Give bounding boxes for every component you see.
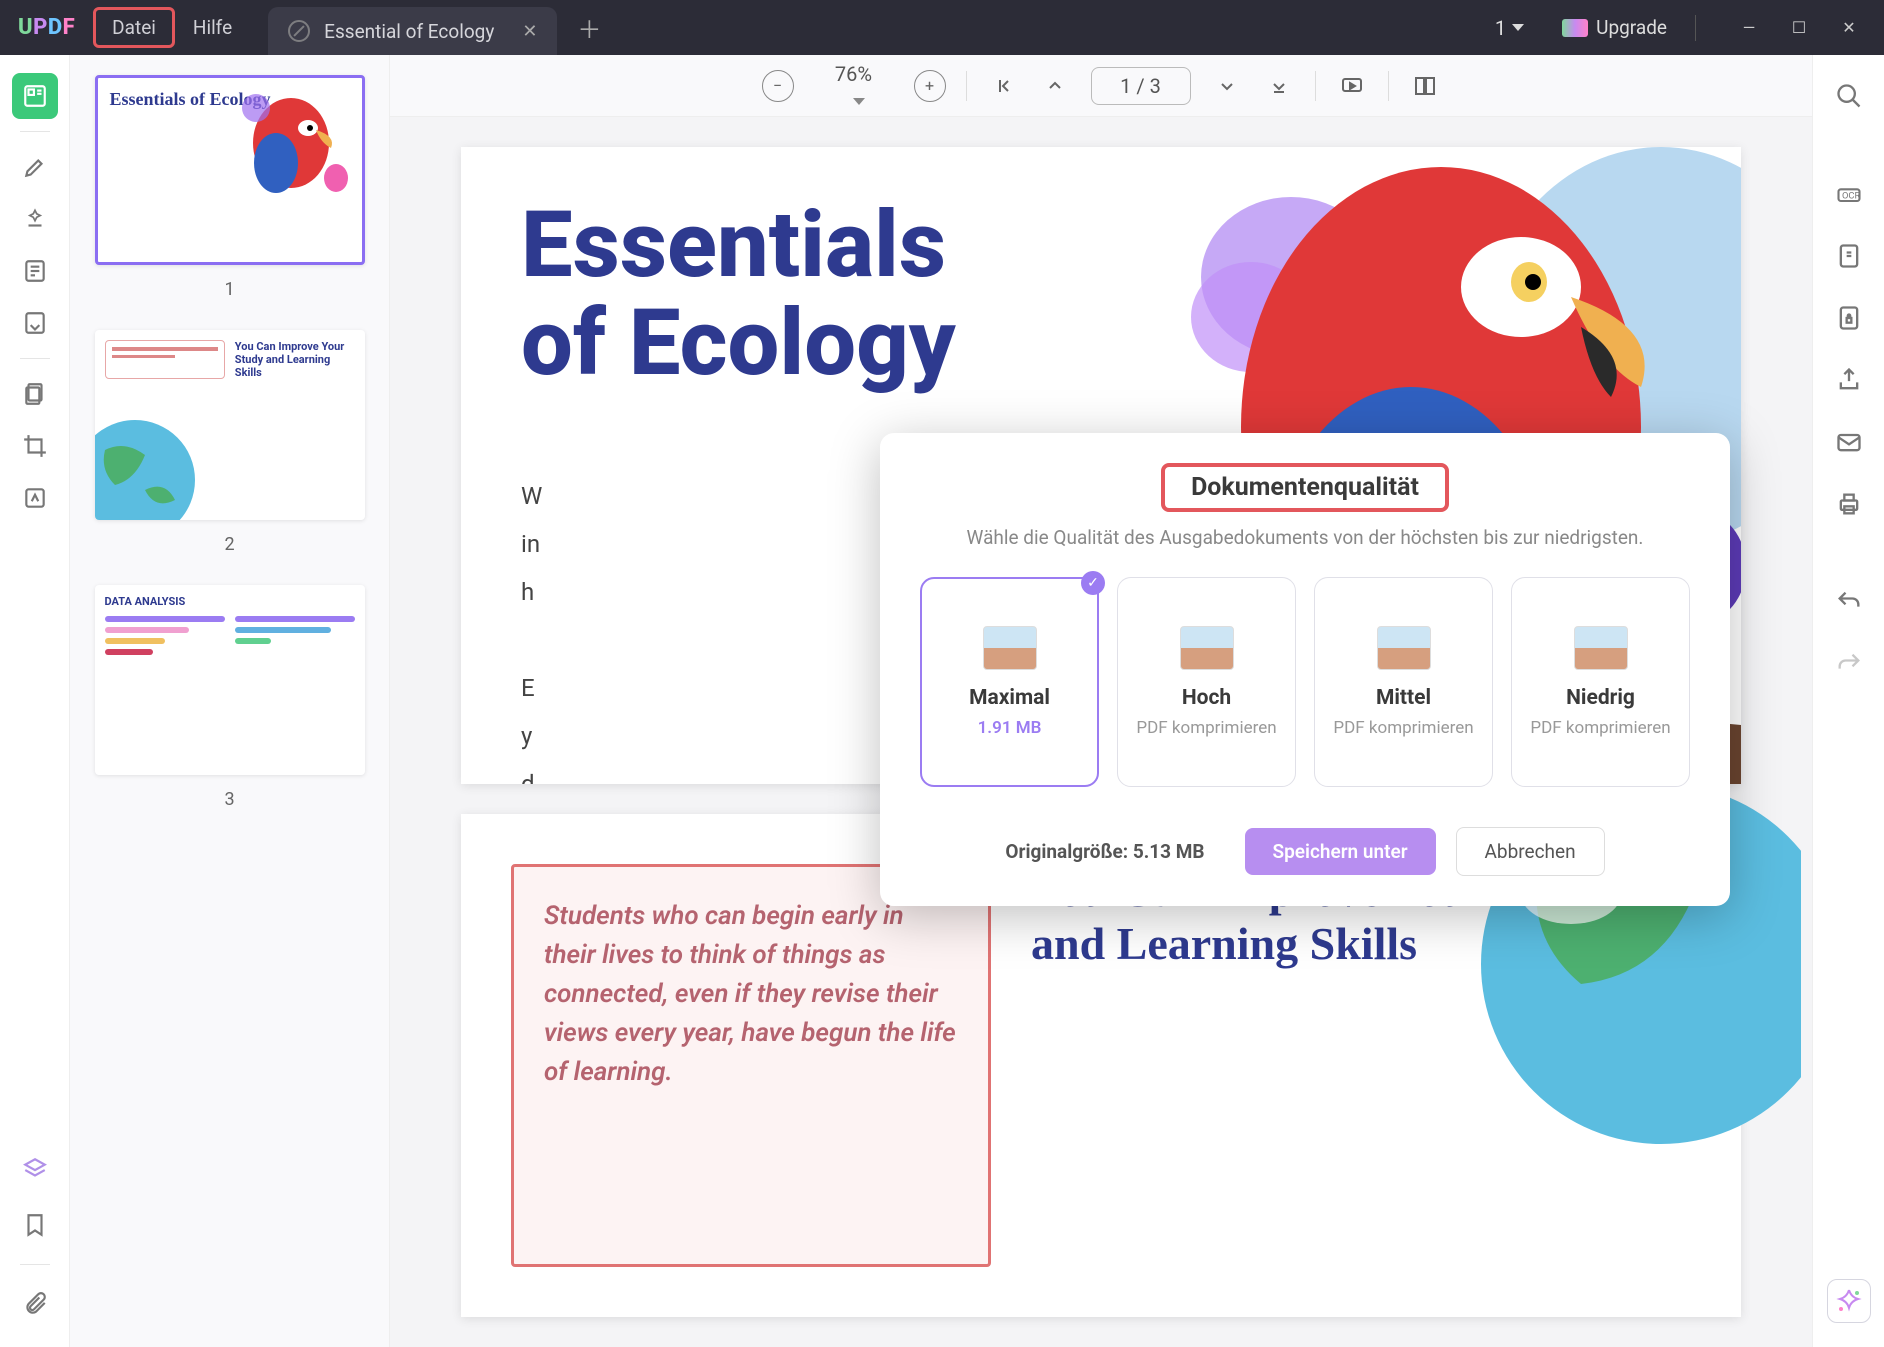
zoom-in-button[interactable]: + bbox=[914, 70, 946, 102]
quality-option-maximal[interactable]: ✓ Maximal 1.91 MB bbox=[920, 577, 1099, 787]
thumbnail-1[interactable]: Essentials of Ecology 1 bbox=[70, 75, 389, 300]
prev-page-button[interactable] bbox=[1039, 70, 1071, 102]
tool-ocr[interactable] bbox=[12, 475, 58, 521]
dialog-subtitle: Wähle die Qualität des Ausgabedokuments … bbox=[920, 526, 1690, 549]
window-count[interactable]: 1 bbox=[1485, 12, 1534, 44]
quality-dialog: Dokumentenqualität Wähle die Qualität de… bbox=[880, 433, 1730, 906]
protect-button[interactable] bbox=[1826, 295, 1872, 341]
quality-option-mittel[interactable]: Mittel PDF komprimieren bbox=[1314, 577, 1493, 787]
tool-annotate[interactable] bbox=[12, 300, 58, 346]
quality-option-hoch[interactable]: Hoch PDF komprimieren bbox=[1117, 577, 1296, 787]
next-page-button[interactable] bbox=[1211, 70, 1243, 102]
document-toolbar: − 76% + 1 / 3 bbox=[390, 55, 1812, 117]
redo-button[interactable] bbox=[1826, 641, 1872, 687]
search-button[interactable] bbox=[1826, 73, 1872, 119]
upgrade-button[interactable]: Upgrade bbox=[1548, 10, 1681, 45]
ocr-button[interactable]: OCR bbox=[1826, 171, 1872, 217]
zoom-out-button[interactable]: − bbox=[762, 70, 794, 102]
check-icon: ✓ bbox=[1081, 571, 1105, 595]
save-as-button[interactable]: Speichern unter bbox=[1245, 828, 1436, 875]
tool-edit[interactable] bbox=[12, 196, 58, 242]
menu-help[interactable]: Hilfe bbox=[175, 8, 250, 47]
presentation-button[interactable] bbox=[1336, 70, 1368, 102]
titlebar: UPDF Datei Hilfe Essential of Ecology ✕ … bbox=[0, 0, 1884, 55]
window-maximize-button[interactable]: ☐ bbox=[1774, 8, 1824, 48]
tool-thumbnails[interactable] bbox=[12, 73, 58, 119]
preview-icon bbox=[1574, 626, 1628, 670]
quote-box: Students who can begin early in their li… bbox=[511, 864, 991, 1267]
tool-pages[interactable] bbox=[12, 371, 58, 417]
quality-option-niedrig[interactable]: Niedrig PDF komprimieren bbox=[1511, 577, 1690, 787]
print-button[interactable] bbox=[1826, 481, 1872, 527]
preview-icon bbox=[1180, 626, 1234, 670]
tab-close-button[interactable]: ✕ bbox=[522, 21, 537, 42]
menu-bar: Datei Hilfe bbox=[93, 7, 250, 48]
page-indicator[interactable]: 1 / 3 bbox=[1091, 67, 1191, 105]
tool-attachment[interactable] bbox=[12, 1281, 58, 1327]
document-area: − 76% + 1 / 3 E bbox=[390, 55, 1812, 1347]
tool-layers[interactable] bbox=[12, 1146, 58, 1192]
tab-doc-icon bbox=[288, 20, 310, 42]
menu-file[interactable]: Datei bbox=[93, 7, 175, 48]
tab-label: Essential of Ecology bbox=[324, 20, 494, 43]
app-logo: UPDF bbox=[0, 15, 93, 40]
view-mode-button[interactable] bbox=[1409, 70, 1441, 102]
tool-highlight[interactable] bbox=[12, 144, 58, 190]
document-tab[interactable]: Essential of Ecology ✕ bbox=[268, 7, 557, 55]
window-close-button[interactable]: ✕ bbox=[1824, 8, 1874, 48]
thumbnail-panel: Essentials of Ecology 1 bbox=[70, 55, 390, 1347]
undo-button[interactable] bbox=[1826, 579, 1872, 625]
tool-crop[interactable] bbox=[12, 423, 58, 469]
main-area: Essentials of Ecology 1 bbox=[0, 55, 1884, 1347]
compress-button[interactable] bbox=[1826, 233, 1872, 279]
earth-icon bbox=[95, 410, 215, 520]
zoom-level[interactable]: 76% bbox=[814, 62, 894, 110]
email-button[interactable] bbox=[1826, 419, 1872, 465]
dialog-title: Dokumentenqualität bbox=[1161, 463, 1449, 512]
window-minimize-button[interactable]: — bbox=[1724, 8, 1774, 48]
preview-icon bbox=[1377, 626, 1431, 670]
svg-text:OCR: OCR bbox=[1842, 191, 1860, 202]
left-toolbar bbox=[0, 55, 70, 1347]
tool-document[interactable] bbox=[12, 248, 58, 294]
first-page-button[interactable] bbox=[987, 70, 1019, 102]
right-toolbar: OCR bbox=[1812, 55, 1884, 1347]
app-window: UPDF Datei Hilfe Essential of Ecology ✕ … bbox=[0, 0, 1884, 1347]
thumbnail-2[interactable]: You Can Improve Your Study and Learning … bbox=[70, 330, 389, 555]
upgrade-icon bbox=[1562, 19, 1588, 37]
share-button[interactable] bbox=[1826, 357, 1872, 403]
original-size-label: Originalgröße: 5.13 MB bbox=[1005, 840, 1204, 863]
last-page-button[interactable] bbox=[1263, 70, 1295, 102]
thumbnail-3[interactable]: DATA ANALYSIS bbox=[70, 585, 389, 810]
chevron-down-icon bbox=[1512, 24, 1524, 31]
preview-icon bbox=[983, 626, 1037, 670]
tab-add-button[interactable]: ＋ bbox=[577, 10, 601, 45]
cancel-button[interactable]: Abbrechen bbox=[1456, 827, 1605, 876]
tool-bookmark[interactable] bbox=[12, 1202, 58, 1248]
ai-assistant-button[interactable] bbox=[1827, 1279, 1871, 1323]
chevron-down-icon bbox=[853, 98, 865, 105]
parrot-icon bbox=[236, 88, 356, 208]
